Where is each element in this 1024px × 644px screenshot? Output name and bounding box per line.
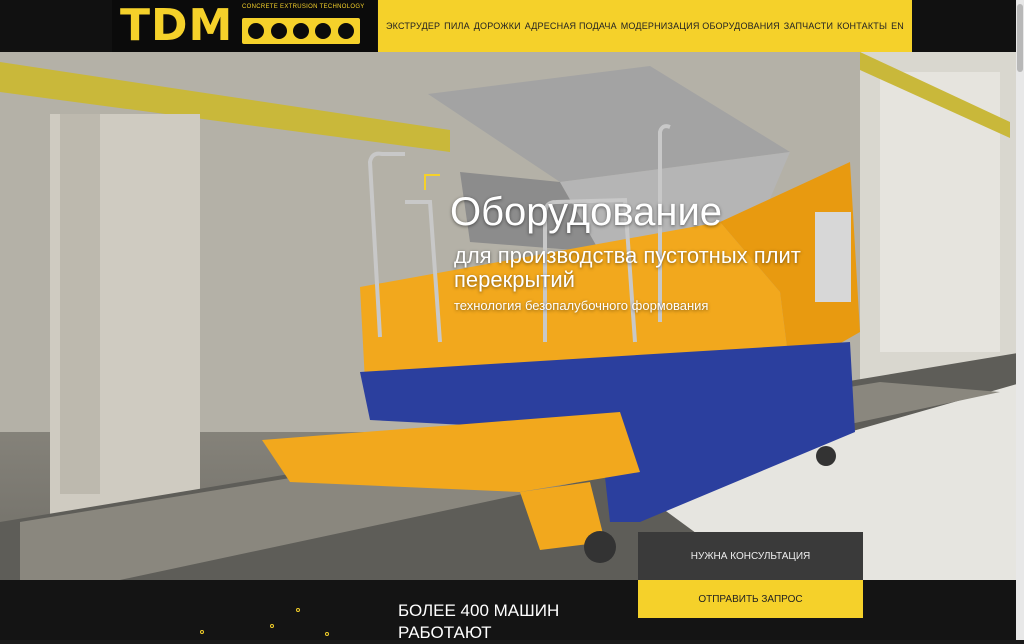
nav-item-address-feed[interactable]: АДРЕСНАЯ ПОДАЧА — [525, 21, 617, 31]
nav-item-extruder[interactable]: ЭКСТРУДЕР — [386, 21, 440, 31]
nav-item-spare-parts[interactable]: ЗАПЧАСТИ — [784, 21, 833, 31]
logo[interactable]: TDM CONCRETE EXTRUSION TECHNOLOGY — [112, 0, 377, 52]
hero-title: Оборудование — [450, 190, 723, 234]
hero-tagline: технология безопалубочного формования — [454, 298, 709, 313]
nav-item-modernization[interactable]: МОДЕРНИЗАЦИЯ ОБОРУДОВАНИЯ — [621, 21, 780, 31]
logo-tagline: CONCRETE EXTRUSION TECHNOLOGY — [242, 4, 365, 10]
stats-title: БОЛЕЕ 400 МАШИН РАБОТАЮТ — [398, 601, 560, 642]
nav-item-contacts[interactable]: КОНТАКТЫ — [837, 21, 887, 31]
extruder-machine-photo — [0, 52, 1024, 580]
send-request-button[interactable]: ОТПРАВИТЬ ЗАПРОС — [638, 580, 863, 618]
page-scrollbar[interactable] — [1016, 0, 1024, 640]
nav-item-saw[interactable]: ПИЛА — [444, 21, 470, 31]
site-header: TDM CONCRETE EXTRUSION TECHNOLOGY ЭКСТРУ… — [0, 0, 1024, 52]
hero-subtitle: для производства пустотных плит перекрыт… — [454, 243, 801, 292]
nav-item-language-en[interactable]: EN — [891, 21, 904, 31]
stats-section: БОЛЕЕ 400 МАШИН РАБОТАЮТ — [0, 580, 1024, 642]
main-nav: ЭКСТРУДЕР ПИЛА ДОРОЖКИ АДРЕСНАЯ ПОДАЧА М… — [378, 0, 912, 52]
logo-text: TDM — [120, 0, 234, 51]
nav-item-tracks[interactable]: ДОРОЖКИ — [474, 21, 521, 31]
scrollbar-thumb[interactable] — [1017, 4, 1023, 72]
hollowcore-slab-icon — [242, 18, 360, 44]
hero-banner: Оборудование для производства пустотных … — [0, 52, 1024, 580]
title-accent — [424, 174, 440, 190]
consultation-button[interactable]: НУЖНА КОНСУЛЬТАЦИЯ — [638, 532, 863, 580]
